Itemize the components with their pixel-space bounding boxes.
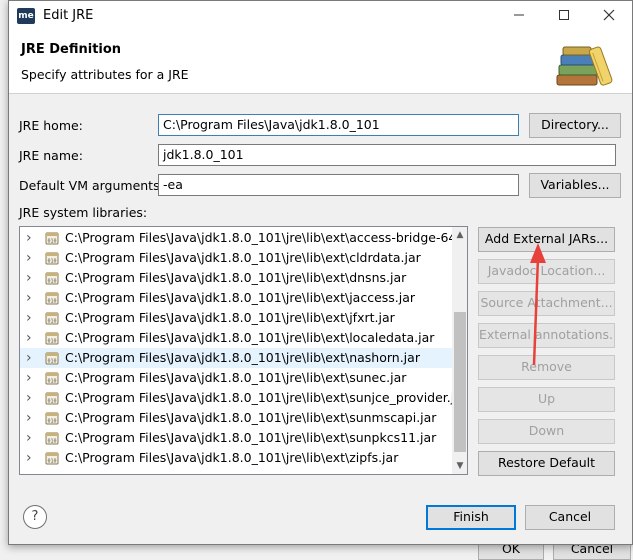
library-path: C:\Program Files\Java\jdk1.8.0_101\jre\l… (65, 430, 437, 445)
down-button[interactable]: Down (478, 419, 615, 444)
library-path: C:\Program Files\Java\jdk1.8.0_101\jre\l… (65, 330, 435, 345)
library-path: C:\Program Files\Java\jdk1.8.0_101\jre\l… (65, 450, 399, 465)
expand-chevron-icon[interactable]: › (26, 248, 32, 268)
svg-text:010: 010 (47, 359, 56, 365)
scrollbar-thumb[interactable] (454, 312, 466, 452)
expand-chevron-icon[interactable]: › (26, 348, 32, 368)
help-icon[interactable]: ? (23, 505, 47, 529)
svg-text:010: 010 (47, 299, 56, 305)
minimize-icon[interactable] (496, 1, 541, 31)
header-subtitle: Specify attributes for a JRE (21, 67, 189, 82)
expand-chevron-icon[interactable]: › (26, 308, 32, 328)
directory-button[interactable]: Directory... (529, 113, 621, 138)
restore-default-button[interactable]: Restore Default (478, 451, 615, 476)
library-path: C:\Program Files\Java\jdk1.8.0_101\jre\l… (65, 250, 421, 265)
jre-name-label: JRE name: (19, 148, 83, 163)
expand-chevron-icon[interactable]: › (26, 328, 32, 348)
annotation-arrow-icon (530, 243, 546, 366)
svg-text:010: 010 (47, 339, 56, 345)
jar-file-icon: 010 (45, 412, 59, 425)
library-path: C:\Program Files\Java\jdk1.8.0_101\jre\l… (65, 350, 420, 365)
jar-file-icon: 010 (45, 372, 59, 385)
library-row[interactable]: › 010 C:\Program Files\Java\jdk1.8.0_101\j… (20, 388, 467, 408)
library-path: C:\Program Files\Java\jdk1.8.0_101\jre\l… (65, 290, 416, 305)
library-row[interactable]: › 010 C:\Program Files\Java\jdk1.8.0_101\j… (20, 428, 452, 448)
library-row[interactable]: › 010 C:\Program Files\Java\jdk1.8.0_101\j… (20, 368, 452, 388)
window-title: Edit JRE (43, 8, 94, 23)
expand-chevron-icon[interactable]: › (26, 268, 32, 288)
vm-args-field[interactable]: -ea (158, 174, 519, 196)
library-path: C:\Program Files\Java\jdk1.8.0_101\jre\l… (65, 370, 407, 385)
expand-chevron-icon[interactable]: › (26, 228, 32, 248)
library-path: C:\Program Files\Java\jdk1.8.0_101\jre\l… (65, 230, 468, 245)
variables-button[interactable]: Variables... (529, 173, 621, 198)
jar-file-icon: 010 (45, 252, 59, 265)
library-row[interactable]: › 010 C:\Program Files\Java\jdk1.8.0_101\j… (20, 348, 452, 368)
header-title: JRE Definition (21, 42, 122, 57)
close-icon[interactable] (586, 1, 631, 31)
jar-file-icon: 010 (45, 292, 59, 305)
library-path: C:\Program Files\Java\jdk1.8.0_101\jre\l… (65, 270, 407, 285)
svg-text:010: 010 (47, 399, 56, 405)
expand-chevron-icon[interactable]: › (26, 428, 32, 448)
library-path: C:\Program Files\Java\jdk1.8.0_101\jre\l… (65, 390, 468, 405)
library-list[interactable]: › 010 C:\Program Files\Java\jdk1.8.0_101\j… (19, 226, 468, 475)
library-row[interactable]: › 010 C:\Program Files\Java\jdk1.8.0_101\j… (20, 308, 452, 328)
svg-text:010: 010 (47, 319, 56, 325)
finish-button[interactable]: Finish (426, 505, 516, 530)
libraries-label: JRE system libraries: (19, 205, 148, 220)
edit-jre-dialog: me Edit JRE JRE Definition Specify attri… (8, 0, 633, 545)
svg-text:010: 010 (47, 259, 56, 265)
svg-text:010: 010 (47, 379, 56, 385)
scroll-up-icon[interactable]: ▲ (452, 227, 467, 243)
expand-chevron-icon[interactable]: › (26, 368, 32, 388)
jar-file-icon: 010 (45, 432, 59, 445)
jre-home-label: JRE home: (19, 118, 83, 133)
library-row[interactable]: › 010 C:\Program Files\Java\jdk1.8.0_101\j… (20, 448, 452, 468)
up-button[interactable]: Up (478, 387, 615, 412)
library-row[interactable]: › 010 C:\Program Files\Java\jdk1.8.0_101\j… (20, 248, 452, 268)
cancel-button[interactable]: Cancel (525, 505, 615, 530)
scroll-down-icon[interactable]: ▼ (452, 458, 467, 474)
expand-chevron-icon[interactable]: › (26, 388, 32, 408)
jre-name-field[interactable]: jdk1.8.0_101 (158, 144, 616, 166)
library-row[interactable]: › 010 C:\Program Files\Java\jdk1.8.0_101\j… (20, 408, 452, 428)
expand-chevron-icon[interactable]: › (26, 448, 32, 468)
library-row[interactable]: › 010 C:\Program Files\Java\jdk1.8.0_101\j… (20, 268, 452, 288)
svg-text:010: 010 (47, 439, 56, 445)
svg-text:010: 010 (47, 279, 56, 285)
app-icon: me (17, 8, 35, 24)
jar-file-icon: 010 (45, 312, 59, 325)
jar-file-icon: 010 (45, 272, 59, 285)
expand-chevron-icon[interactable]: › (26, 288, 32, 308)
jar-file-icon: 010 (45, 332, 59, 345)
jar-file-icon: 010 (45, 392, 59, 405)
library-path: C:\Program Files\Java\jdk1.8.0_101\jre\l… (65, 410, 437, 425)
expand-chevron-icon[interactable]: › (26, 408, 32, 428)
vm-args-label: Default VM arguments: (19, 178, 164, 193)
library-row[interactable]: › 010 C:\Program Files\Java\jdk1.8.0_101\j… (20, 328, 452, 348)
jre-home-field[interactable]: C:\Program Files\Java\jdk1.8.0_101 (158, 114, 519, 136)
library-row[interactable]: › 010 C:\Program Files\Java\jdk1.8.0_101\j… (20, 288, 452, 308)
svg-text:010: 010 (47, 239, 56, 245)
library-row[interactable]: › 010 C:\Program Files\Java\jdk1.8.0_101\j… (20, 228, 467, 248)
library-path: C:\Program Files\Java\jdk1.8.0_101\jre\l… (65, 310, 395, 325)
header-banner (9, 31, 632, 94)
maximize-icon[interactable] (541, 1, 586, 31)
svg-text:010: 010 (47, 419, 56, 425)
svg-text:010: 010 (47, 459, 56, 465)
jar-file-icon: 010 (45, 452, 59, 465)
jar-file-icon: 010 (45, 232, 59, 245)
jar-file-icon: 010 (45, 352, 59, 365)
library-books-icon (555, 41, 615, 89)
